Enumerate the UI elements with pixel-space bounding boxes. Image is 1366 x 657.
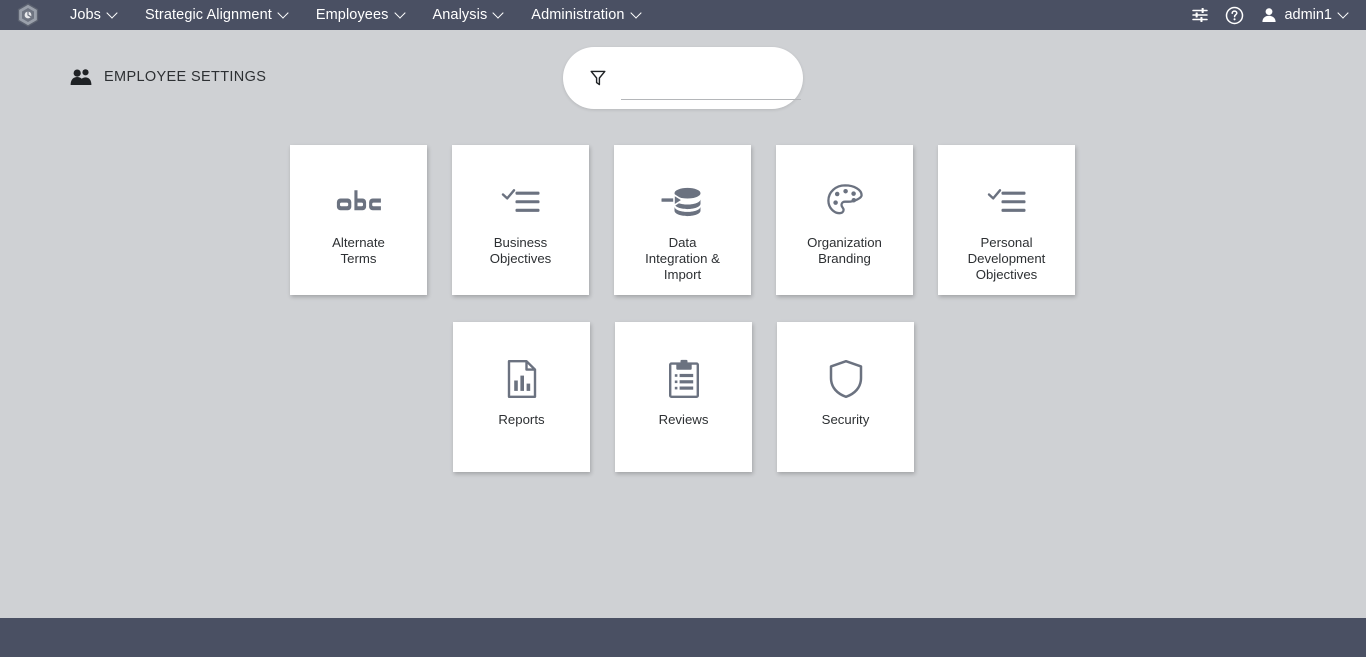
nav-item-label: Administration <box>531 7 625 23</box>
top-navbar: Jobs Strategic Alignment Employees Analy… <box>0 0 1366 30</box>
tile-label: Personal Development Objectives <box>967 235 1046 282</box>
navbar-actions: admin1 <box>1183 0 1366 30</box>
abc-text-icon <box>335 171 383 233</box>
tile-label: Alternate Terms <box>332 235 385 266</box>
tile-business-objectives[interactable]: Business Objectives <box>452 145 589 295</box>
tile-reviews[interactable]: Reviews <box>615 322 752 472</box>
tile-label: Security <box>821 412 870 427</box>
tile-label: Business Objectives <box>489 235 552 266</box>
checklist-icon <box>500 171 542 233</box>
tile-row: Alternate Terms Business Objectives Data… <box>290 145 1080 295</box>
palette-icon <box>826 171 864 233</box>
chevron-down-icon <box>279 9 288 18</box>
document-chart-icon <box>505 348 539 410</box>
user-menu[interactable]: admin1 <box>1251 0 1352 30</box>
help-button[interactable] <box>1217 0 1251 30</box>
nav-item-label: Jobs <box>70 7 102 23</box>
filter-input[interactable] <box>621 80 801 100</box>
shield-icon <box>828 348 864 410</box>
help-circle-icon <box>1225 6 1244 25</box>
nav-item-label: Analysis <box>432 7 488 23</box>
chevron-down-icon <box>108 9 117 18</box>
chevron-down-icon <box>396 9 405 18</box>
people-group-icon <box>70 66 96 88</box>
nav-item-label: Employees <box>315 7 389 23</box>
settings-tile-grid: Alternate Terms Business Objectives Data… <box>290 145 1080 472</box>
settings-button[interactable] <box>1183 0 1217 30</box>
tile-organization-branding[interactable]: Organization Branding <box>776 145 913 295</box>
chevron-down-icon <box>494 9 503 18</box>
checklist-icon <box>986 171 1028 233</box>
page-title: EMPLOYEE SETTINGS <box>104 69 267 85</box>
tile-security[interactable]: Security <box>777 322 914 472</box>
app-logo[interactable] <box>0 0 56 30</box>
tile-label: Data Integration & Import <box>645 235 720 282</box>
page-header: EMPLOYEE SETTINGS <box>70 62 266 92</box>
nav-item-employees[interactable]: Employees <box>302 0 419 30</box>
main-menu: Jobs Strategic Alignment Employees Analy… <box>56 0 655 30</box>
settings-sliders-icon <box>1191 6 1209 24</box>
nav-item-label: Strategic Alignment <box>145 7 272 23</box>
filter-panel <box>563 47 803 109</box>
filter-funnel-icon[interactable] <box>587 67 609 89</box>
tile-data-integration-import[interactable]: Data Integration & Import <box>614 145 751 295</box>
nav-item-strategic-alignment[interactable]: Strategic Alignment <box>131 0 302 30</box>
nav-item-jobs[interactable]: Jobs <box>56 0 131 30</box>
tile-alternate-terms[interactable]: Alternate Terms <box>290 145 427 295</box>
tile-personal-development-objectives[interactable]: Personal Development Objectives <box>938 145 1075 295</box>
nav-item-analysis[interactable]: Analysis <box>419 0 518 30</box>
chevron-down-icon <box>632 9 641 18</box>
user-icon <box>1261 7 1277 23</box>
tile-row: Reports Reviews Security <box>453 322 1080 472</box>
tile-label: Organization Branding <box>807 235 882 266</box>
hexagon-logo-icon <box>17 3 39 27</box>
tile-label: Reports <box>498 412 545 427</box>
clipboard-list-icon <box>667 348 701 410</box>
tile-label: Reviews <box>658 412 709 427</box>
footer-bar <box>0 618 1366 657</box>
database-import-icon <box>660 171 706 233</box>
nav-item-administration[interactable]: Administration <box>517 0 654 30</box>
tile-reports[interactable]: Reports <box>453 322 590 472</box>
chevron-down-icon <box>1339 9 1348 18</box>
user-name-label: admin1 <box>1284 7 1332 23</box>
